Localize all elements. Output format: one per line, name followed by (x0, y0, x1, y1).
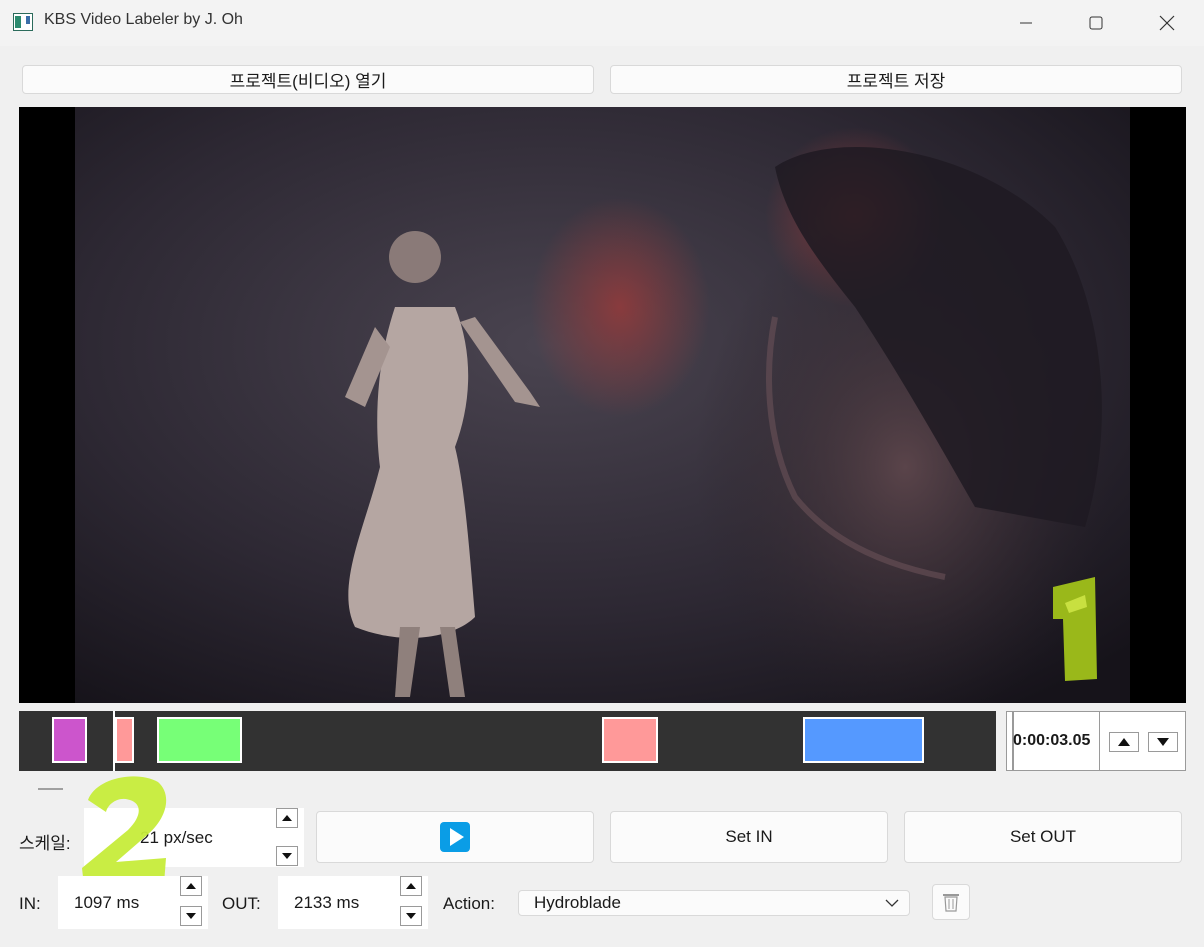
video-player[interactable] (19, 107, 1186, 703)
scale-label: 스케일: (19, 834, 71, 853)
in-up-button[interactable] (180, 876, 202, 896)
timeline-segment[interactable] (803, 717, 924, 763)
set-out-button[interactable]: Set OUT (904, 811, 1182, 863)
timeline[interactable] (19, 711, 996, 771)
action-select[interactable]: Hydroblade (518, 890, 910, 916)
scale-up-button[interactable] (276, 808, 298, 828)
timeline-segment[interactable] (157, 717, 242, 763)
in-label: IN: (19, 894, 41, 913)
save-project-button[interactable]: 프로젝트 저장 (610, 65, 1182, 94)
minimize-button[interactable] (991, 0, 1061, 46)
triangle-down-icon (1157, 738, 1169, 746)
triangle-up-icon (406, 883, 416, 889)
time-panel-divider (1099, 712, 1100, 770)
out-up-button[interactable] (400, 876, 422, 896)
splitter-handle[interactable] (38, 788, 63, 790)
timeline-segment[interactable] (52, 717, 87, 763)
delete-button[interactable] (932, 884, 970, 920)
app-icon (13, 13, 33, 31)
scale-down-button[interactable] (276, 846, 298, 866)
triangle-down-icon (282, 853, 292, 859)
triangle-down-icon (186, 913, 196, 919)
playhead[interactable] (113, 711, 115, 771)
play-button[interactable] (316, 811, 594, 863)
time-step-down-button[interactable] (1148, 732, 1178, 752)
time-panel: 0:00:03.05 (1006, 711, 1186, 771)
close-icon (1159, 15, 1175, 31)
window-title: KBS Video Labeler by J. Oh (44, 11, 243, 28)
triangle-down-icon (406, 913, 416, 919)
time-display: 0:00:03.05 (1013, 732, 1091, 749)
open-project-button[interactable]: 프로젝트(비디오) 열기 (22, 65, 594, 94)
maximize-icon (1089, 16, 1103, 30)
out-label: OUT: (222, 894, 261, 913)
mark-2 (82, 776, 167, 886)
play-icon (440, 822, 470, 852)
action-select-value: Hydroblade (534, 893, 621, 912)
action-label: Action: (443, 894, 495, 913)
video-frame (75, 107, 1130, 703)
close-button[interactable] (1132, 0, 1202, 46)
time-step-up-button[interactable] (1109, 732, 1139, 752)
set-in-button[interactable]: Set IN (610, 811, 888, 863)
minimize-icon (1020, 22, 1032, 24)
triangle-up-icon (186, 883, 196, 889)
chevron-down-icon (885, 899, 899, 907)
triangle-up-icon (282, 815, 292, 821)
title-bar: KBS Video Labeler by J. Oh (0, 0, 1204, 46)
trash-icon (943, 894, 959, 912)
timeline-segment[interactable] (602, 717, 658, 763)
triangle-up-icon (1118, 738, 1130, 746)
in-down-button[interactable] (180, 906, 202, 926)
maximize-button[interactable] (1061, 0, 1131, 46)
out-down-button[interactable] (400, 906, 422, 926)
timeline-segment[interactable] (115, 717, 134, 763)
